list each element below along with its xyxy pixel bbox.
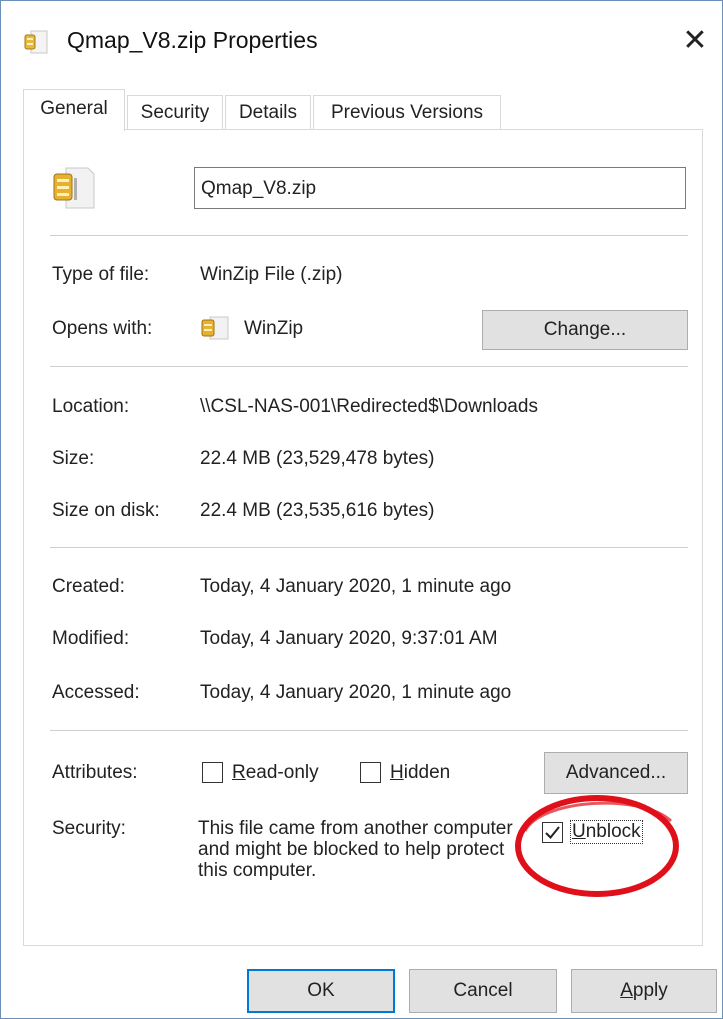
tab-details[interactable]: Details — [225, 95, 311, 130]
advanced-button-label: Advanced... — [565, 762, 667, 783]
window-title: Qmap_V8.zip Properties — [67, 27, 318, 53]
modified-value: Today, 4 January 2020, 9:37:01 AM — [200, 628, 498, 649]
hidden-checkbox[interactable]: Hidden — [360, 760, 470, 786]
hidden-checkbox-box[interactable] — [360, 762, 381, 783]
created-value: Today, 4 January 2020, 1 minute ago — [200, 576, 512, 597]
type-of-file-label: Type of file: — [52, 264, 150, 285]
winzip-archive-icon — [23, 29, 49, 55]
title-bar[interactable]: Qmap_V8.zip Properties ✕ — [1, 1, 722, 79]
apply-button-label: Apply — [620, 980, 668, 1001]
readonly-label-rest: ead-only — [245, 762, 319, 783]
apply-accesskey: A — [620, 980, 633, 1001]
opens-with-label: Opens with: — [52, 318, 153, 339]
size-label: Size: — [52, 448, 95, 469]
hidden-checkbox-label: Hidden — [390, 762, 450, 784]
size-on-disk-value: 22.4 MB (23,535,616 bytes) — [200, 500, 435, 521]
file-type-icon — [50, 164, 98, 212]
attributes-label: Attributes: — [52, 762, 138, 783]
accessed-label: Accessed: — [52, 682, 140, 703]
hidden-label-rest: idden — [403, 762, 451, 783]
security-label: Security: — [52, 818, 126, 839]
created-label: Created: — [52, 576, 125, 597]
ok-button-label: OK — [307, 980, 335, 1001]
readonly-checkbox[interactable]: Read-only — [202, 760, 332, 786]
change-button[interactable]: Change... — [482, 310, 688, 350]
readonly-checkbox-label: Read-only — [232, 762, 319, 784]
readonly-accesskey: R — [232, 762, 246, 783]
accessed-value: Today, 4 January 2020, 1 minute ago — [200, 682, 512, 703]
red-annotation-circle — [515, 795, 679, 897]
readonly-checkbox-box[interactable] — [202, 762, 223, 783]
size-on-disk-label: Size on disk: — [52, 500, 160, 521]
winzip-app-icon — [200, 314, 230, 342]
hidden-accesskey: H — [390, 762, 404, 783]
location-value: \\CSL-NAS-001\Redirected$\Downloads — [200, 396, 538, 417]
separator — [50, 547, 688, 548]
ok-button[interactable]: OK — [247, 969, 395, 1013]
opens-with-value: WinZip — [244, 318, 304, 339]
security-message: This file came from another computer and… — [198, 818, 513, 881]
cancel-button-label: Cancel — [453, 980, 513, 1001]
separator — [50, 366, 688, 367]
advanced-button[interactable]: Advanced... — [544, 752, 688, 794]
apply-button[interactable]: Apply — [571, 969, 717, 1013]
tab-security[interactable]: Security — [127, 95, 223, 130]
tab-general[interactable]: General — [23, 89, 125, 131]
properties-dialog: Qmap_V8.zip Properties ✕ General Securit… — [0, 0, 723, 1019]
cancel-button[interactable]: Cancel — [409, 969, 557, 1013]
location-label: Location: — [52, 396, 130, 417]
close-button[interactable]: ✕ — [671, 19, 719, 65]
modified-label: Modified: — [52, 628, 130, 649]
change-button-label: Change... — [543, 319, 627, 340]
file-name-input[interactable]: Qmap_V8.zip — [194, 167, 686, 209]
type-of-file-value: WinZip File (.zip) — [200, 264, 343, 285]
size-value: 22.4 MB (23,529,478 bytes) — [200, 448, 435, 469]
tab-bar: General Security Details Previous Versio… — [23, 89, 703, 131]
tab-previous-versions[interactable]: Previous Versions — [313, 95, 501, 130]
separator — [50, 730, 688, 731]
separator — [50, 235, 688, 236]
